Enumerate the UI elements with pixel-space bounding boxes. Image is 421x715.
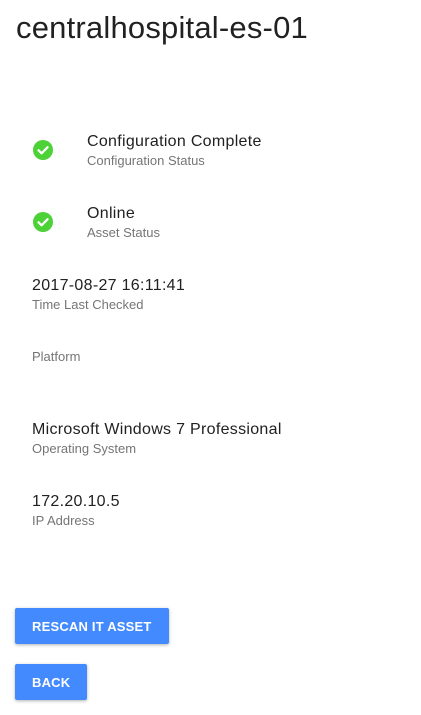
check-circle-icon: [33, 140, 53, 160]
operating-system-label: Operating System: [32, 441, 137, 456]
page-title: centralhospital-es-01: [16, 10, 308, 45]
asset-status-label: Asset Status: [87, 225, 160, 240]
check-circle-icon: [33, 212, 53, 232]
operating-system-field: Microsoft Windows 7 Professional Operati…: [32, 420, 282, 457]
asset-details-page: centralhospital-es-01 Configuration Comp…: [0, 0, 421, 715]
ip-address-value: 172.20.10.5: [32, 493, 120, 510]
ip-address-field: 172.20.10.5 IP Address: [32, 492, 120, 529]
time-last-checked-label: Time Last Checked: [32, 297, 144, 312]
operating-system-value: Microsoft Windows 7 Professional: [32, 421, 282, 438]
time-last-checked-field: 2017-08-27 16:11:41 Time Last Checked: [32, 276, 185, 313]
back-button[interactable]: BACK: [15, 664, 88, 700]
configuration-status-label: Configuration Status: [87, 153, 205, 168]
configuration-status-value: Configuration Complete: [87, 133, 262, 150]
platform-label: Platform: [32, 349, 81, 364]
platform-value: [32, 328, 80, 348]
time-last-checked-value: 2017-08-27 16:11:41: [32, 277, 186, 294]
ip-address-label: IP Address: [32, 513, 95, 528]
platform-field: Platform: [32, 328, 80, 365]
rescan-asset-button[interactable]: RESCAN IT ASSET: [15, 608, 169, 644]
asset-status-value: Online: [87, 205, 136, 222]
